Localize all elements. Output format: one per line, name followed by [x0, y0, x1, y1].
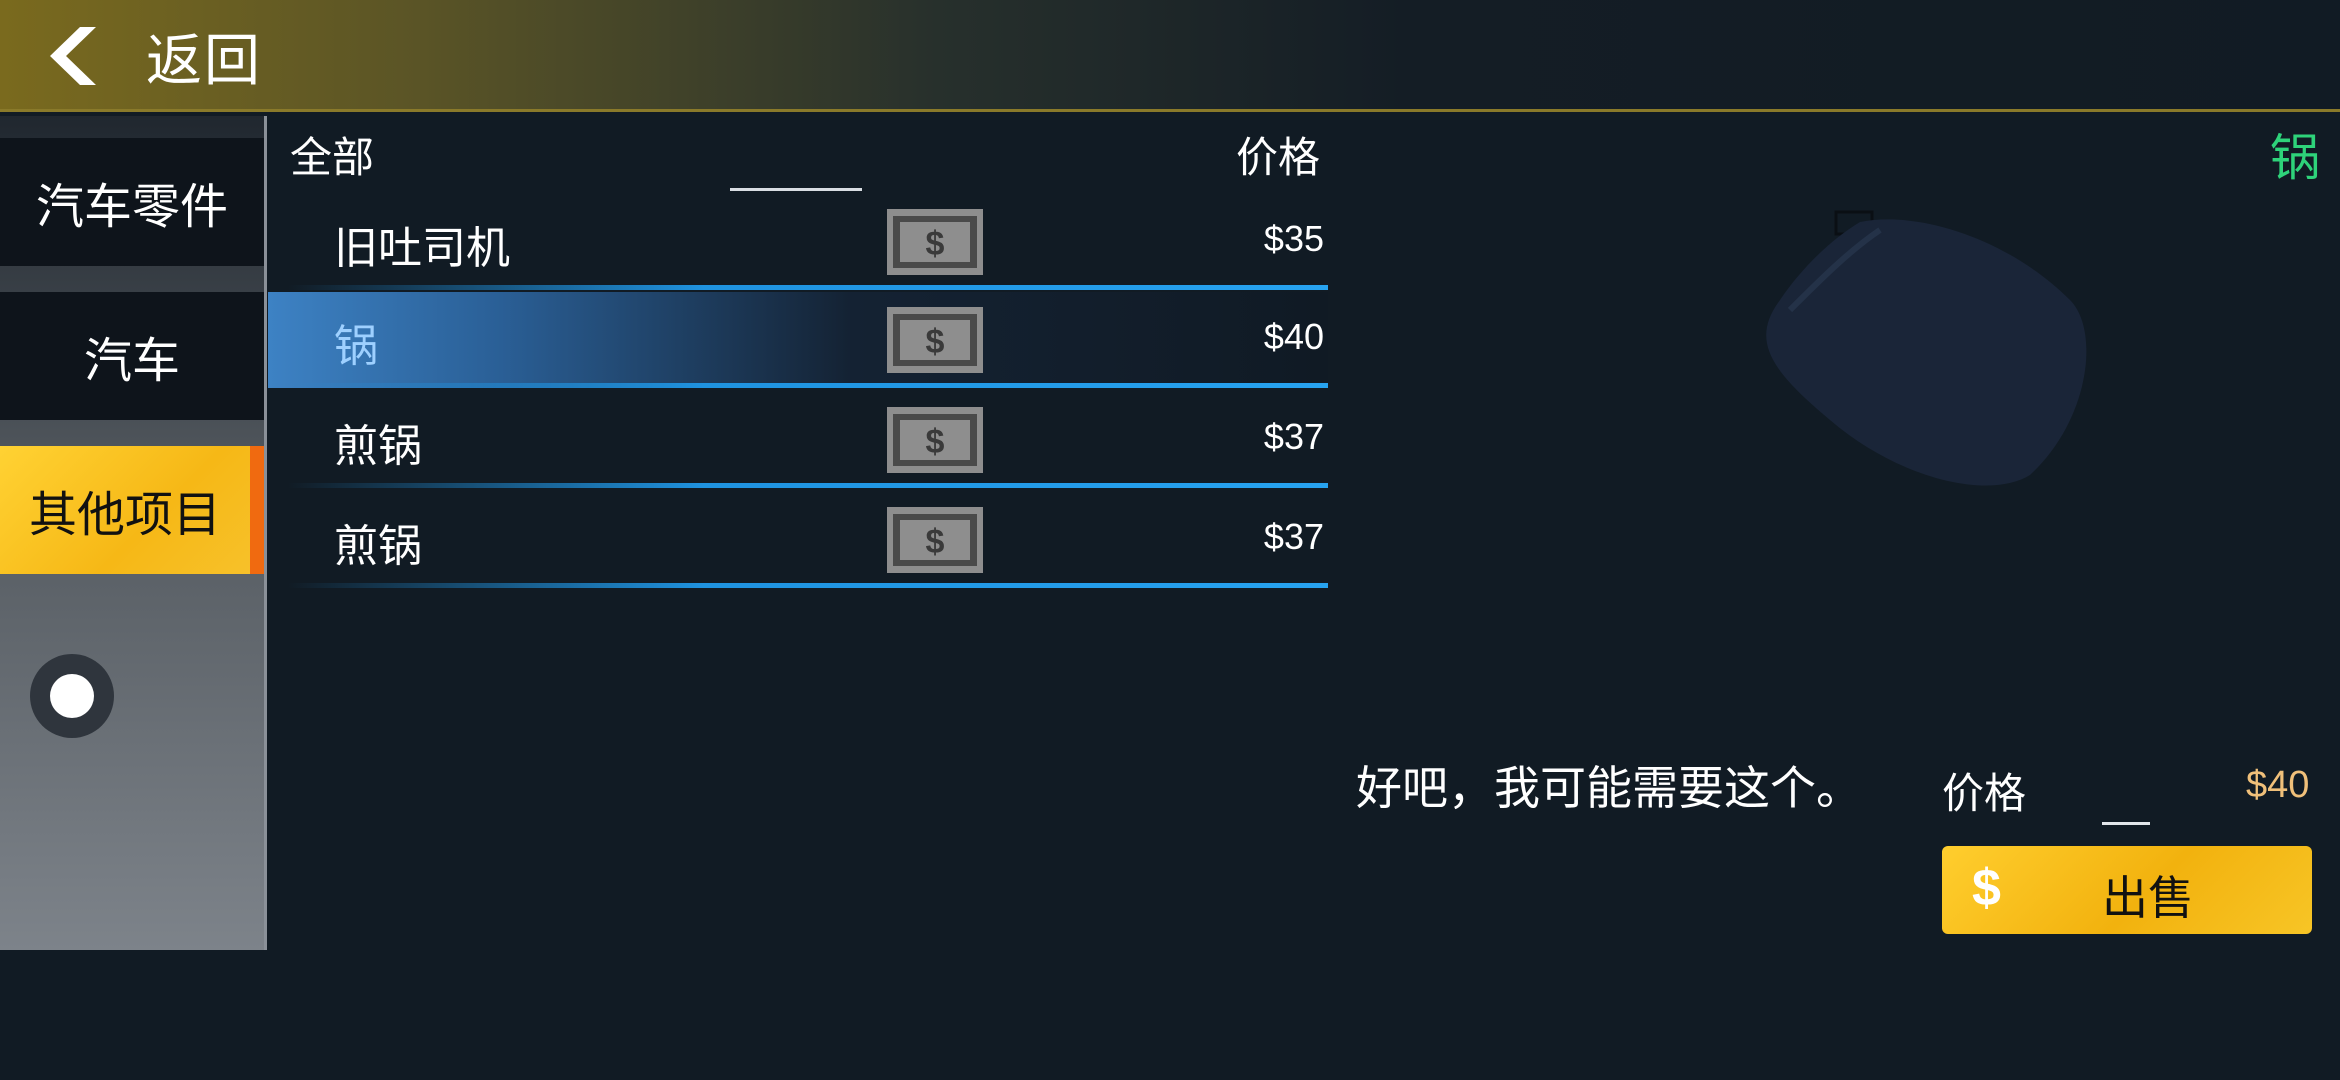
back-button[interactable]: 返回 [36, 18, 262, 94]
item-price: $37 [1263, 516, 1324, 557]
sell-button[interactable]: $ 出售 [1942, 846, 2312, 934]
item-price: $35 [1263, 218, 1324, 259]
knob-dot-icon [50, 674, 94, 718]
toggle-knob[interactable] [30, 654, 114, 738]
cash-icon: $ [887, 209, 983, 275]
item-price: $37 [1263, 416, 1324, 457]
row-divider [288, 383, 1328, 388]
price-label: 价格 [1942, 769, 2027, 818]
item-name: 锅 [334, 321, 378, 372]
item-price: $40 [1263, 316, 1324, 357]
item-name: 煎锅 [334, 521, 422, 572]
dialogue-text: 好吧，我可能需要这个。 [1356, 761, 1862, 815]
category-label: 汽车 [83, 333, 180, 389]
list-item-selected[interactable]: 锅 $ $40 [268, 292, 1328, 388]
cash-icon: $ [887, 407, 983, 473]
svg-text:$: $ [926, 323, 945, 361]
price-underline [2102, 822, 2150, 825]
list-header: 全部 价格 [290, 120, 1320, 191]
item-name: 旧吐司机 [334, 223, 510, 274]
filter-all-tab[interactable]: 全部 [290, 124, 374, 185]
cash-icon: $ [887, 507, 983, 573]
sell-button-label: 出售 [2102, 871, 2194, 925]
category-sidebar: 汽车零件 汽车 其他项目 [0, 116, 267, 950]
category-cars[interactable]: 汽车 [0, 292, 264, 420]
category-label: 汽车零件 [35, 179, 228, 235]
dollar-icon: $ [1972, 859, 2001, 917]
row-divider [288, 483, 1328, 488]
item-name: 煎锅 [334, 421, 422, 472]
category-label: 其他项目 [28, 487, 221, 543]
price-value: $40 [2246, 764, 2310, 806]
list-item[interactable]: 旧吐司机 $ $35 [268, 194, 1328, 290]
pot-item-image [1766, 210, 2087, 486]
row-divider [288, 285, 1328, 290]
top-bar: 返回 [0, 0, 2340, 112]
category-car-parts[interactable]: 汽车零件 [0, 138, 264, 266]
category-other-items[interactable]: 其他项目 [0, 446, 264, 574]
svg-text:$: $ [926, 225, 945, 263]
svg-text:$: $ [926, 423, 945, 461]
back-label: 返回 [146, 28, 262, 94]
list-item[interactable]: 煎锅 $ $37 [268, 392, 1328, 488]
item-title: 锅 [2270, 129, 2320, 187]
svg-text:$: $ [926, 523, 945, 561]
sort-underline [730, 188, 862, 191]
price-column-header[interactable]: 价格 [1236, 124, 1320, 185]
cash-icon: $ [887, 307, 983, 373]
back-arrow-icon [50, 27, 96, 85]
list-item[interactable]: 煎锅 $ $37 [268, 492, 1328, 588]
row-divider [288, 583, 1328, 588]
